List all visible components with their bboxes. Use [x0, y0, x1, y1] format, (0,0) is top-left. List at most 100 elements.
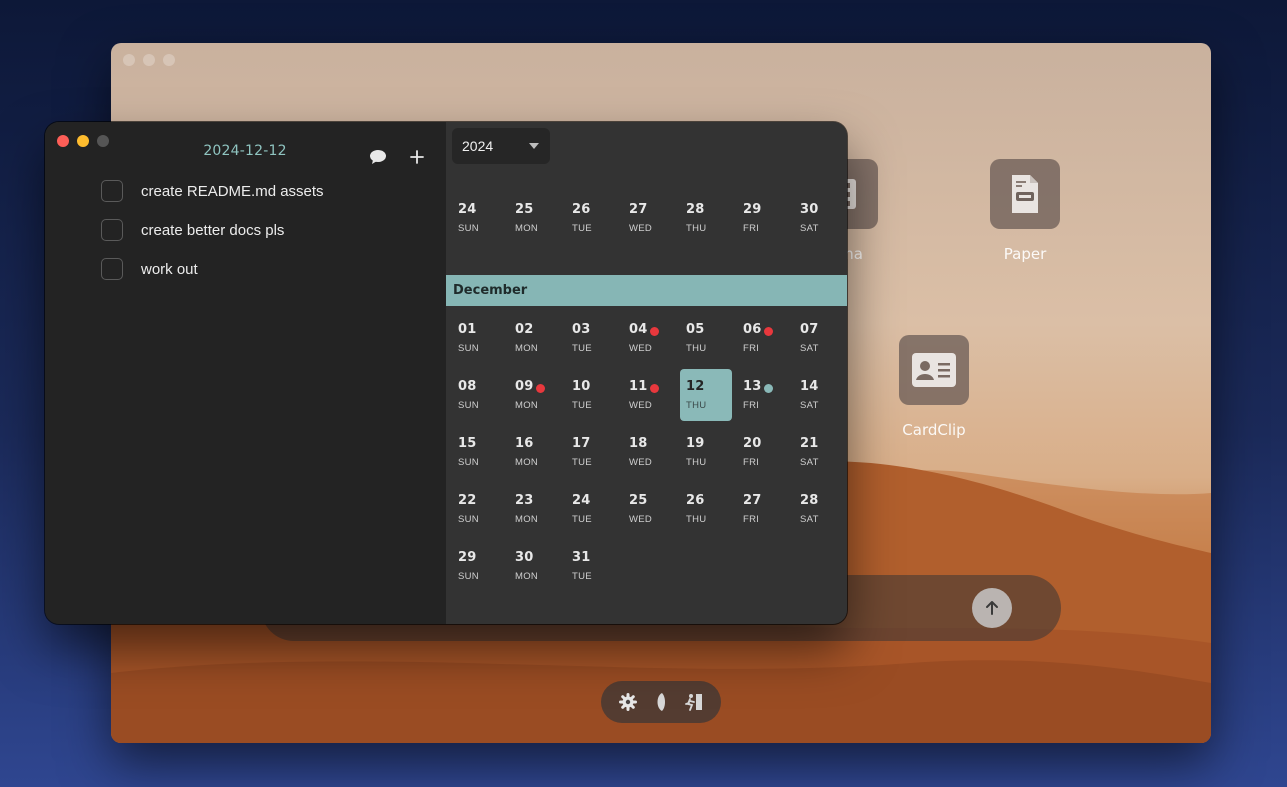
cardclip-app-icon[interactable] [899, 335, 969, 405]
year-select[interactable]: 2024 [452, 128, 550, 164]
send-button[interactable] [972, 588, 1012, 628]
weekday-label: WED [629, 343, 653, 354]
calendar-day[interactable]: 08 SUN [452, 369, 504, 421]
comment-button[interactable] [367, 146, 389, 168]
calendar-day[interactable]: 26 TUE [566, 192, 618, 244]
day-number: 13 [743, 379, 762, 394]
paper-app-icon[interactable] [990, 159, 1060, 229]
settings-button[interactable] [617, 691, 639, 713]
calendar-day-selected[interactable]: 12 THU [680, 369, 732, 421]
weekday-label: MON [515, 400, 539, 411]
weekday-label: THU [686, 514, 707, 525]
calendar-day[interactable]: 09 MON [509, 369, 561, 421]
weekday-label: FRI [743, 343, 760, 354]
weekday-label: TUE [572, 571, 592, 582]
calendar-day[interactable]: 17 TUE [566, 426, 618, 478]
day-number: 24 [572, 493, 591, 508]
todo-pane: 2024-12-12 create README.md assets creat… [45, 122, 445, 624]
calendar-day[interactable]: 30 SAT [794, 192, 846, 244]
calendar-day[interactable]: 27 FRI [737, 483, 789, 535]
weekday-label: MON [515, 223, 539, 234]
day-number: 06 [743, 322, 762, 337]
window-controls [57, 135, 109, 147]
todo-calendar-window: 2024-12-12 create README.md assets creat… [45, 122, 847, 624]
theme-button[interactable] [650, 691, 672, 713]
weekday-label: TUE [572, 457, 592, 468]
todo-text[interactable]: create README.md assets [141, 183, 324, 200]
gear-icon [618, 693, 637, 711]
day-number: 09 [515, 379, 534, 394]
calendar-day[interactable]: 25 MON [509, 192, 561, 244]
event-dot [764, 384, 773, 393]
calendar-day[interactable]: 24 SUN [452, 192, 504, 244]
day-number: 05 [686, 322, 705, 337]
calendar-day[interactable]: 23 MON [509, 483, 561, 535]
close-button[interactable] [57, 135, 69, 147]
calendar-day[interactable]: 26 THU [680, 483, 732, 535]
day-number: 26 [572, 202, 591, 217]
calendar-day[interactable]: 11 WED [623, 369, 675, 421]
calendar-day[interactable]: 25 WED [623, 483, 675, 535]
day-number: 17 [572, 436, 591, 451]
calendar-day[interactable]: 05 THU [680, 312, 732, 364]
zoom-button[interactable] [97, 135, 109, 147]
calendar-day[interactable]: 20 FRI [737, 426, 789, 478]
calendar-day[interactable]: 07 SAT [794, 312, 846, 364]
add-task-button[interactable] [406, 146, 428, 168]
weekday-label: SUN [458, 343, 479, 354]
plus-icon [410, 150, 424, 164]
arrow-up-icon [986, 601, 998, 615]
todo-checkbox[interactable] [101, 219, 123, 241]
calendar-day[interactable]: 28 THU [680, 192, 732, 244]
weekday-label: TUE [572, 514, 592, 525]
calendar-day[interactable]: 31 TUE [566, 540, 618, 592]
calendar-day[interactable]: 14 SAT [794, 369, 846, 421]
calendar-day[interactable]: 06 FRI [737, 312, 789, 364]
calendar-day[interactable]: 18 WED [623, 426, 675, 478]
minimize-dot[interactable] [143, 54, 155, 66]
year-value: 2024 [462, 138, 494, 154]
todo-text[interactable]: create better docs pls [141, 222, 284, 239]
minimize-button[interactable] [77, 135, 89, 147]
calendar-day[interactable]: 04 WED [623, 312, 675, 364]
todo-text[interactable]: work out [141, 261, 198, 278]
day-number: 30 [800, 202, 819, 217]
calendar-day[interactable]: 28 SAT [794, 483, 846, 535]
weekday-label: WED [629, 457, 653, 468]
calendar-day[interactable]: 02 MON [509, 312, 561, 364]
calendar-day[interactable]: 24 TUE [566, 483, 618, 535]
calendar-day[interactable]: 01 SUN [452, 312, 504, 364]
calendar-day[interactable]: 30 MON [509, 540, 561, 592]
todo-checkbox[interactable] [101, 180, 123, 202]
cardclip-app-label: CardClip [902, 421, 966, 439]
weekday-label: WED [629, 514, 653, 525]
calendar-day[interactable]: 15 SUN [452, 426, 504, 478]
calendar-day[interactable]: 13 FRI [737, 369, 789, 421]
zoom-dot[interactable] [163, 54, 175, 66]
calendar-day[interactable]: 19 THU [680, 426, 732, 478]
calendar-day[interactable]: 21 SAT [794, 426, 846, 478]
day-number: 24 [458, 202, 477, 217]
todo-item: create README.md assets [101, 178, 324, 204]
weekday-label: FRI [743, 223, 760, 234]
speech-bubble-icon [370, 150, 386, 164]
calendar-day[interactable]: 29 SUN [452, 540, 504, 592]
calendar-day[interactable]: 16 MON [509, 426, 561, 478]
weekday-label: SAT [800, 400, 819, 411]
calendar-pane: 2024 24 SUN 25 MON 26 TUE 27 WED 28 THU 29 FRI 30 SAT… [446, 122, 847, 624]
calendar-day[interactable]: 27 WED [623, 192, 675, 244]
day-number: 23 [515, 493, 534, 508]
calendar-day[interactable]: 22 SUN [452, 483, 504, 535]
calendar-day[interactable]: 10 TUE [566, 369, 618, 421]
day-number: 10 [572, 379, 591, 394]
day-number: 11 [629, 379, 648, 394]
weekday-label: THU [686, 223, 707, 234]
weekday-label: WED [629, 223, 653, 234]
day-number: 07 [800, 322, 819, 337]
todo-checkbox[interactable] [101, 258, 123, 280]
day-number: 25 [629, 493, 648, 508]
calendar-day[interactable]: 29 FRI [737, 192, 789, 244]
calendar-day[interactable]: 03 TUE [566, 312, 618, 364]
exit-button[interactable] [683, 691, 705, 713]
close-dot[interactable] [123, 54, 135, 66]
